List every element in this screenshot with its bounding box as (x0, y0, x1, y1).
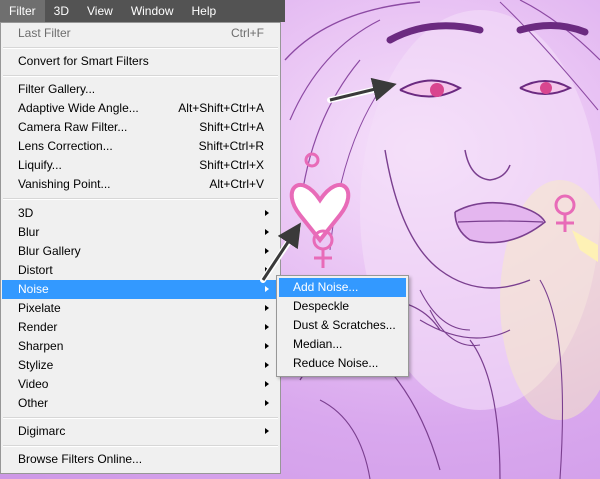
arrow-to-earring-icon (261, 222, 301, 281)
arrow-to-eye-icon (329, 77, 397, 102)
annotation-arrows (260, 77, 397, 283)
